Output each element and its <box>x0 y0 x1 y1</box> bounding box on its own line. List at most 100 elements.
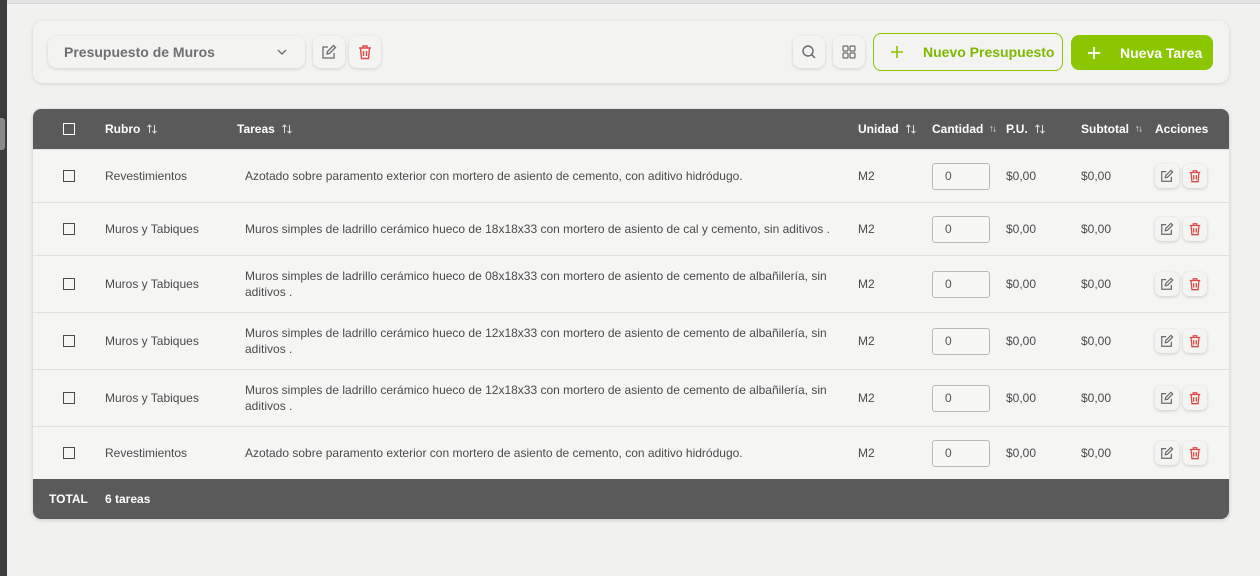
budget-toolbar: Presupuesto de Muros Nuevo Presupuesto N… <box>33 21 1229 83</box>
trash-icon <box>1189 447 1201 460</box>
column-label: Acciones <box>1155 122 1209 136</box>
cell-unidad: M2 <box>858 391 875 405</box>
cell-tarea-wrap: Muros simples de ladrillo cerámico hueco… <box>245 370 835 426</box>
column-header-pu[interactable]: P.U. <box>1006 109 1046 149</box>
new-budget-button[interactable]: Nuevo Presupuesto <box>873 33 1063 71</box>
sort-icon <box>1135 125 1143 133</box>
quantity-input[interactable] <box>932 270 990 298</box>
cell-subtotal: $0,00 <box>1081 277 1112 291</box>
edit-icon <box>1161 222 1174 235</box>
column-label: Unidad <box>858 122 899 136</box>
row-actions <box>1155 370 1207 426</box>
cell-tarea: Muros simples de ladrillo cerámico hueco… <box>245 222 830 236</box>
budget-select[interactable]: Presupuesto de Muros <box>48 36 305 68</box>
delete-task-button[interactable] <box>1183 329 1207 353</box>
delete-task-button[interactable] <box>1183 217 1207 241</box>
task-count: 6 tareas <box>105 492 151 506</box>
column-label: Tareas <box>237 122 275 136</box>
select-all-checkbox[interactable] <box>63 123 75 135</box>
row-checkbox[interactable] <box>63 392 75 404</box>
table-footer: TOTAL 6 tareas <box>33 479 1229 519</box>
quantity-input[interactable] <box>932 327 990 355</box>
edit-icon <box>1161 169 1174 182</box>
row-checkbox[interactable] <box>63 335 75 347</box>
delete-task-button[interactable] <box>1183 386 1207 410</box>
delete-budget-button[interactable] <box>349 36 381 68</box>
cell-tarea: Azotado sobre paramento exterior con mor… <box>245 169 743 183</box>
quantity-input[interactable] <box>932 439 990 467</box>
edit-task-button[interactable] <box>1155 217 1179 241</box>
row-actions <box>1155 313 1207 369</box>
new-budget-label: Nuevo Presupuesto <box>923 44 1055 60</box>
cell-cantidad <box>932 370 990 426</box>
side-panel-handle[interactable] <box>0 118 5 150</box>
search-button[interactable] <box>793 36 825 68</box>
quantity-input[interactable] <box>932 162 990 190</box>
trash-icon <box>1189 278 1201 291</box>
cell-tarea: Azotado sobre paramento exterior con mor… <box>245 446 743 460</box>
row-checkbox[interactable] <box>63 278 75 290</box>
edit-task-button[interactable] <box>1155 441 1179 465</box>
quantity-input[interactable] <box>932 384 990 412</box>
cell-tarea-wrap: Azotado sobre paramento exterior con mor… <box>245 427 835 479</box>
cell-unidad: M2 <box>858 334 875 348</box>
row-checkbox-cell <box>63 150 75 202</box>
trash-icon <box>359 45 371 60</box>
row-actions <box>1155 427 1207 479</box>
edit-task-button[interactable] <box>1155 272 1179 296</box>
column-label: Subtotal <box>1081 122 1129 136</box>
edit-task-button[interactable] <box>1155 164 1179 188</box>
column-label: Cantidad <box>932 122 984 136</box>
sort-icon <box>905 124 916 134</box>
new-task-button[interactable]: Nueva Tarea <box>1071 35 1213 70</box>
cell-pu: $0,00 <box>1006 446 1037 460</box>
quantity-input[interactable] <box>932 215 990 243</box>
table-row: Muros y Tabiques Muros simples de ladril… <box>33 312 1229 369</box>
edit-icon <box>1161 334 1174 347</box>
grid-view-button[interactable] <box>833 36 865 68</box>
edit-icon <box>1161 391 1174 404</box>
plus-icon <box>1088 46 1100 59</box>
window-left-edge <box>0 0 7 576</box>
cell-unidad: M2 <box>858 277 875 291</box>
table-row: Muros y Tabiques Muros simples de ladril… <box>33 255 1229 312</box>
row-checkbox[interactable] <box>63 170 75 182</box>
cell-pu: $0,00 <box>1006 222 1037 236</box>
plus-icon <box>891 46 903 58</box>
trash-icon <box>1189 335 1201 348</box>
edit-budget-button[interactable] <box>313 36 345 68</box>
delete-task-button[interactable] <box>1183 441 1207 465</box>
row-checkbox-cell <box>63 427 75 479</box>
cell-tarea: Muros simples de ladrillo cerámico hueco… <box>245 269 827 299</box>
row-checkbox-cell <box>63 313 75 369</box>
cell-cantidad <box>932 150 990 202</box>
new-task-label: Nueva Tarea <box>1120 44 1203 61</box>
row-checkbox[interactable] <box>63 223 75 235</box>
delete-task-button[interactable] <box>1183 164 1207 188</box>
column-header-tareas[interactable]: Tareas <box>237 109 293 149</box>
trash-icon <box>1189 223 1201 236</box>
column-header-unidad[interactable]: Unidad <box>858 109 917 149</box>
column-label: Rubro <box>105 122 141 136</box>
column-header-rubro[interactable]: Rubro <box>105 109 158 149</box>
edit-task-button[interactable] <box>1155 329 1179 353</box>
cell-unidad: M2 <box>858 169 875 183</box>
column-header-subtotal[interactable]: Subtotal <box>1081 109 1143 149</box>
cell-rubro: Revestimientos <box>105 446 188 460</box>
row-checkbox[interactable] <box>63 447 75 459</box>
cell-cantidad <box>932 427 990 479</box>
cell-rubro: Muros y Tabiques <box>105 277 199 291</box>
grid-icon <box>842 45 856 59</box>
cell-unidad: M2 <box>858 446 875 460</box>
edit-task-button[interactable] <box>1155 386 1179 410</box>
cell-rubro: Muros y Tabiques <box>105 222 199 236</box>
delete-task-button[interactable] <box>1183 272 1207 296</box>
cell-subtotal: $0,00 <box>1081 222 1112 236</box>
column-header-cantidad[interactable]: Cantidad <box>932 109 997 149</box>
table-row: Muros y Tabiques Muros simples de ladril… <box>33 202 1229 255</box>
sort-icon <box>147 124 158 134</box>
row-checkbox-cell <box>63 370 75 426</box>
sort-icon <box>1034 124 1045 134</box>
tasks-table: Rubro Tareas Unidad Cantidad P.U. Subtot… <box>33 109 1229 519</box>
budget-select-value: Presupuesto de Muros <box>64 44 215 60</box>
